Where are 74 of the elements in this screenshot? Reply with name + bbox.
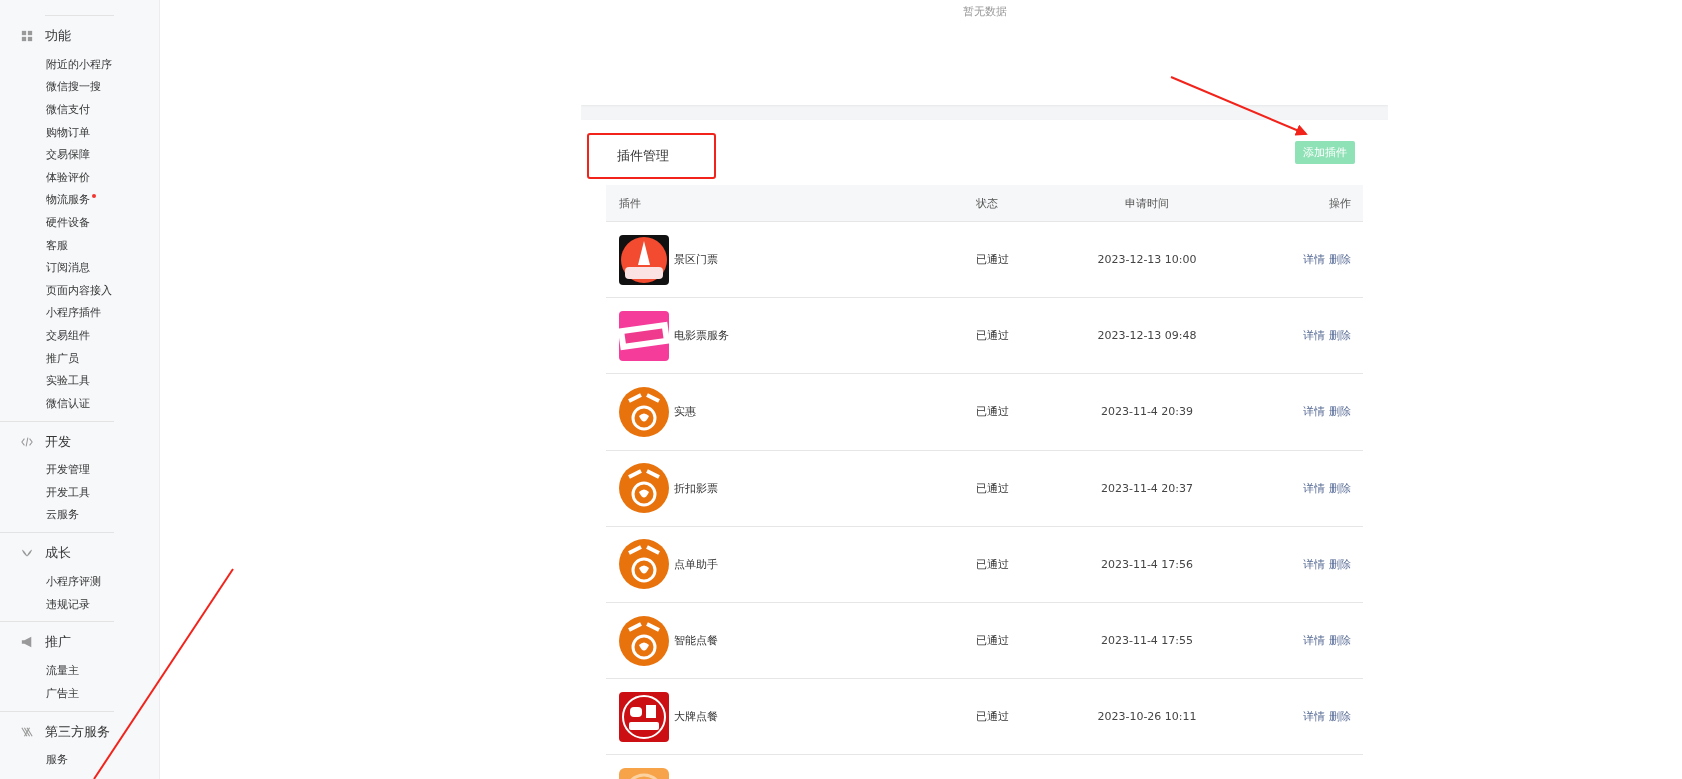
section-heading: 成长 [45, 544, 71, 563]
cross-icon [21, 725, 33, 738]
plugin-name: 折扣影票 [674, 480, 718, 496]
status-text: 已通过 [976, 710, 1009, 724]
sidebar-item[interactable]: 推广员 [46, 350, 79, 366]
sidebar-item[interactable]: 交易组件 [46, 327, 90, 343]
sidebar-item[interactable]: 订阅消息 [46, 260, 90, 276]
plugin-name: 电影票服务 [674, 328, 729, 344]
action-link[interactable]: 删除 [1329, 557, 1351, 571]
sidebar-item[interactable]: 体验评价 [46, 169, 90, 185]
status-text: 已通过 [976, 329, 1009, 343]
date-text: 2023-10-26 10:11 [1097, 710, 1197, 724]
sidebar-item[interactable]: 物流服务 [46, 192, 90, 208]
action-link[interactable]: 删除 [1329, 481, 1351, 495]
plugin-name: 大牌点餐 [674, 709, 718, 725]
section-heading: 推广 [45, 633, 71, 652]
action-link[interactable]: 详情 [1303, 329, 1325, 343]
column-header: 操作 [1328, 195, 1352, 211]
sidebar-item[interactable]: 开发工具 [46, 484, 90, 500]
date-text: 2023-11-4 20:39 [1100, 405, 1194, 419]
action-link[interactable]: 删除 [1329, 253, 1351, 267]
section-title: 插件管理 [617, 146, 669, 165]
sidebar-item[interactable]: 微信认证 [46, 395, 90, 411]
sidebar-item[interactable]: 云服务 [46, 507, 79, 523]
sidebar-item[interactable]: 开发管理 [46, 462, 90, 478]
action-link[interactable]: 删除 [1329, 405, 1351, 419]
sidebar-item[interactable]: 小程序插件 [46, 305, 101, 321]
column-header: 状态 [975, 195, 999, 211]
date-text: 2023-11-4 17:56 [1100, 557, 1194, 571]
section-heading: 开发 [45, 432, 71, 451]
empty-message: 暂无数据 [962, 4, 1007, 19]
sidebar-item[interactable]: 附近的小程序 [46, 56, 112, 72]
action-link[interactable]: 删除 [1329, 329, 1351, 343]
status-text: 已通过 [976, 634, 1009, 648]
plugin-name: 智能点餐 [674, 633, 718, 649]
status-text: 已通过 [976, 253, 1009, 267]
sidebar-item[interactable]: 购物订单 [46, 124, 90, 140]
action-link[interactable]: 详情 [1303, 557, 1325, 571]
status-text: 已通过 [976, 557, 1009, 571]
action-link[interactable]: 删除 [1329, 710, 1351, 724]
action-link[interactable]: 详情 [1303, 481, 1325, 495]
sidebar-item[interactable]: 微信支付 [46, 102, 90, 117]
plugin-name: 点单助手 [674, 556, 718, 572]
action-link[interactable]: 详情 [1303, 405, 1325, 419]
sidebar-item[interactable]: 服务 [46, 752, 68, 768]
date-text: 2023-12-13 10:00 [1097, 253, 1197, 267]
sidebar-item[interactable]: 流量主 [46, 663, 79, 679]
plugin-name: 景区门票 [674, 252, 718, 268]
sidebar-item[interactable]: 实验工具 [46, 373, 90, 389]
action-link[interactable]: 详情 [1303, 253, 1325, 267]
date-text: 2023-11-4 20:37 [1100, 481, 1194, 495]
column-header: 申请时间 [1124, 195, 1170, 211]
column-header: 插件 [618, 195, 642, 211]
date-text: 2023-11-4 17:55 [1100, 634, 1194, 648]
sidebar-item[interactable]: 微信搜一搜 [46, 79, 101, 95]
action-link[interactable]: 详情 [1303, 710, 1325, 724]
section-heading: 第三方服务 [45, 722, 110, 741]
section-heading: 功能 [45, 27, 71, 45]
date-text: 2023-12-13 09:48 [1097, 329, 1197, 343]
sidebar-item[interactable]: 硬件设备 [46, 214, 90, 230]
megaphone-icon [21, 636, 33, 649]
action-link[interactable]: 详情 [1303, 634, 1325, 648]
grid-icon [21, 30, 33, 42]
sidebar-item[interactable]: 违规记录 [46, 596, 90, 612]
sidebar-item[interactable]: 客服 [46, 237, 68, 253]
sidebar-item[interactable]: 小程序评测 [46, 574, 101, 590]
code-icon [21, 435, 33, 448]
plugin-name: 实惠 [674, 404, 696, 420]
status-text: 已通过 [976, 405, 1009, 419]
sidebar-item[interactable]: 交易保障 [46, 147, 90, 163]
sidebar-item[interactable]: 页面内容接入 [46, 282, 112, 298]
status-text: 已通过 [976, 481, 1009, 495]
action-link[interactable]: 删除 [1329, 634, 1351, 648]
sidebar-item[interactable]: 广告主 [46, 685, 79, 701]
